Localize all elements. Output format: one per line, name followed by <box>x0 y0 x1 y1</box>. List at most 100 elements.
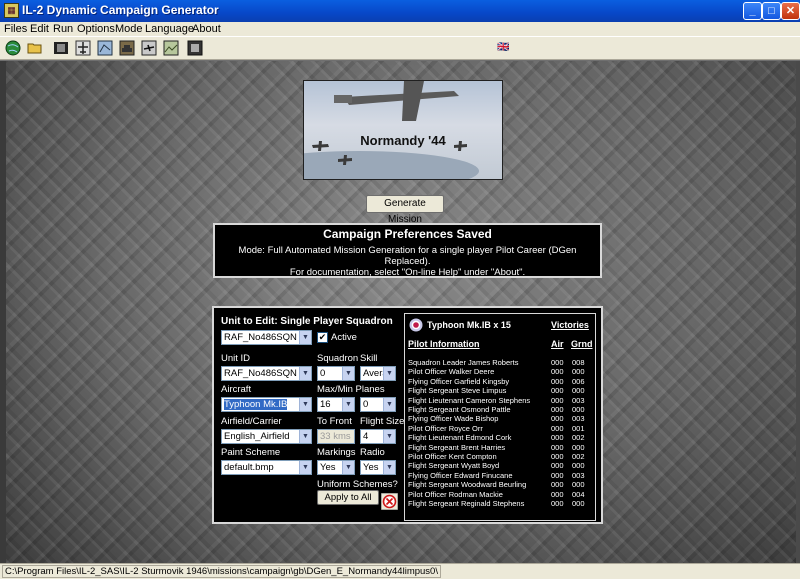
plane-silhouette-icon[interactable] <box>141 40 157 56</box>
ground-victories: 003 <box>572 414 585 424</box>
ground-victories: 004 <box>572 489 585 499</box>
unit-id-select[interactable]: RAF_No486SQN ▼ <box>221 366 312 381</box>
max-planes-select[interactable]: 16 ▼ <box>317 397 355 412</box>
ground-victories: 002 <box>572 452 585 461</box>
bomber-image <box>304 81 479 179</box>
menu-files[interactable]: Files <box>4 22 27 36</box>
pilot-row[interactable]: Pilot Officer Kent Compton 000 002 <box>405 452 595 461</box>
flight-size-select[interactable]: 4 ▼ <box>360 429 396 444</box>
menu-run[interactable]: Run <box>53 22 73 36</box>
radio-select[interactable]: Yes ▼ <box>360 460 396 475</box>
air-victories: 000 <box>551 461 564 471</box>
landscape-icon[interactable] <box>163 40 179 56</box>
ground-victories: 000 <box>572 367 585 377</box>
ground-victories: 003 <box>572 395 585 405</box>
camera-icon[interactable] <box>187 40 203 56</box>
air-victories: 000 <box>551 499 564 508</box>
skill-select[interactable]: Avera ▼ <box>360 366 396 381</box>
active-label: Active <box>331 332 357 343</box>
chevron-down-icon: ▼ <box>342 461 354 474</box>
flight-size-label: Flight Size <box>360 416 405 427</box>
film-icon[interactable] <box>53 40 69 56</box>
aircraft-select[interactable]: Typhoon Mk.IB ▼ <box>221 397 312 412</box>
active-checkbox[interactable]: ✔ <box>317 332 328 343</box>
pilot-name: Flying Officer Garfield Kingsby <box>408 376 510 386</box>
air-victories: 000 <box>551 358 564 367</box>
map-icon[interactable] <box>97 40 113 56</box>
pilot-name: Flight Sergeant Woodward Beurling <box>408 480 527 490</box>
pilot-row[interactable]: Flight Sergeant Wyatt Boyd 000 000 <box>405 461 595 470</box>
toolbar: 🇬🇧 <box>0 36 800 60</box>
globe-icon[interactable] <box>5 40 21 56</box>
menu-mode[interactable]: Mode <box>115 22 143 36</box>
pilot-row[interactable]: Flying Officer Edward Finucane 000 003 <box>405 471 595 480</box>
air-victories: 000 <box>551 367 564 377</box>
ground-victories: 000 <box>572 461 585 471</box>
close-button[interactable]: ✕ <box>781 2 800 20</box>
pilot-info-header: Pilot Information <box>408 339 480 349</box>
pilot-name: Pilot Officer Kent Compton <box>408 452 497 461</box>
pilot-row[interactable]: Pilot Officer Rodman Mackie 000 004 <box>405 490 595 499</box>
air-victories: 000 <box>551 376 564 386</box>
squadron-label: Squadron <box>317 353 359 364</box>
status-bar: C:\Program Files\IL-2_SAS\IL-2 Sturmovik… <box>0 563 800 579</box>
chevron-down-icon: ▼ <box>299 331 311 344</box>
generate-mission-button[interactable]: Generate Mission <box>366 195 444 225</box>
apply-to-all-button[interactable]: Apply to All <box>317 490 379 505</box>
tank-icon[interactable] <box>119 40 135 56</box>
pilot-row[interactable]: Flight Sergeant Woodward Beurling 000 000 <box>405 480 595 489</box>
pilot-row[interactable]: Squadron Leader James Roberts 000 008 <box>405 358 595 367</box>
squadron-select[interactable]: 0 ▼ <box>317 366 355 381</box>
menu-options[interactable]: Options <box>77 22 115 36</box>
air-victories: 000 <box>551 414 564 424</box>
paint-scheme-select[interactable]: default.bmp ▼ <box>221 460 312 475</box>
aircraft-icon[interactable] <box>75 40 91 56</box>
maximize-button[interactable]: □ <box>762 2 781 20</box>
air-victories: 000 <box>551 386 564 396</box>
pilot-row[interactable]: Flight Lieutenant Edmond Cork 000 002 <box>405 433 595 442</box>
menu-language[interactable]: Language <box>145 22 194 36</box>
chevron-down-icon: ▼ <box>299 461 311 474</box>
airfield-select[interactable]: English_Airfield ▼ <box>221 429 312 444</box>
pilot-name: Flying Officer Wade Bishop <box>408 414 499 424</box>
pilot-row[interactable]: Flying Officer Garfield Kingsby 000 006 <box>405 377 595 386</box>
chevron-down-icon: ▼ <box>299 398 311 411</box>
window-title: IL-2 Dynamic Campaign Generator <box>22 3 219 17</box>
cancel-circle-icon[interactable] <box>381 493 398 510</box>
ground-victories: 002 <box>572 433 585 443</box>
aircraft-count: Typhoon Mk.IB x 15 <box>427 320 511 330</box>
pilot-row[interactable]: Flight Sergeant Reginald Stephens 000 000 <box>405 499 595 508</box>
pilot-row[interactable]: Flight Sergeant Osmond Pattle 000 000 <box>405 405 595 414</box>
main-area: Normandy '44 Generate Mission Campaign P… <box>0 61 800 563</box>
menu-bar: Files Edit Run Options Mode Language Abo… <box>0 22 800 36</box>
pilot-name: Pilot Officer Royce Orr <box>408 423 483 433</box>
flag-icon[interactable]: 🇬🇧 <box>497 41 513 57</box>
unit-editor-panel: Unit to Edit: Single Player Squadron RAF… <box>212 306 603 524</box>
pilot-name: Flight Sergeant Wyatt Boyd <box>408 461 500 471</box>
uniform-schemes-label: Uniform Schemes? <box>317 479 398 490</box>
open-folder-icon[interactable] <box>27 40 43 56</box>
ground-victories: 000 <box>572 442 585 452</box>
minimize-button[interactable]: _ <box>743 2 762 20</box>
roundel-icon <box>409 318 423 332</box>
pilot-name: Pilot Officer Walker Deere <box>408 367 495 377</box>
menu-about[interactable]: About <box>192 22 221 36</box>
menu-edit[interactable]: Edit <box>30 22 49 36</box>
min-planes-select[interactable]: 0 ▼ <box>360 397 396 412</box>
pilot-row[interactable]: Flight Sergeant Brent Harries 000 000 <box>405 443 595 452</box>
pilot-row[interactable]: Flight Sergeant Steve Limpus 000 000 <box>405 386 595 395</box>
pilot-row[interactable]: Flight Lieutenant Cameron Stephens 000 003 <box>405 396 595 405</box>
pilot-name: Flight Lieutenant Cameron Stephens <box>408 395 531 405</box>
ground-victories: 000 <box>572 480 585 490</box>
paint-scheme-label: Paint Scheme <box>221 447 281 458</box>
pilot-row[interactable]: Pilot Officer Walker Deere 000 000 <box>405 367 595 376</box>
pilot-row[interactable]: Flying Officer Wade Bishop 000 003 <box>405 414 595 423</box>
grnd-header: Grnd <box>571 339 593 349</box>
to-front-field: 33 kms <box>317 429 355 444</box>
title-bar: ▦ IL-2 Dynamic Campaign Generator _ □ ✕ <box>0 0 800 22</box>
app-icon[interactable]: ▦ <box>4 3 19 18</box>
pilot-name: Flying Officer Edward Finucane <box>408 470 513 480</box>
pilot-row[interactable]: Pilot Officer Royce Orr 000 001 <box>405 424 595 433</box>
markings-select[interactable]: Yes ▼ <box>317 460 355 475</box>
unit-select[interactable]: RAF_No486SQN ▼ <box>221 330 312 345</box>
